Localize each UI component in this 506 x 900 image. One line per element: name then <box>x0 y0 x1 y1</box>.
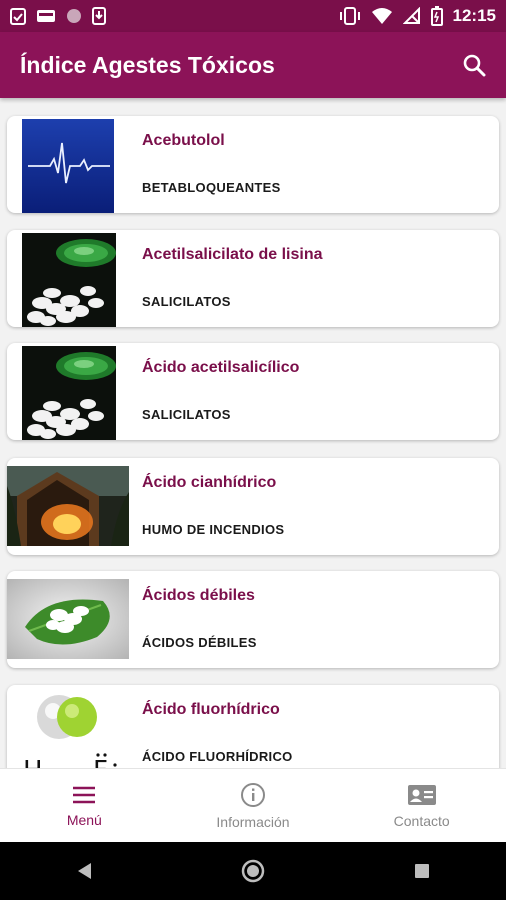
nav-contact-label: Contacto <box>393 813 450 829</box>
list-item[interactable]: Acetilsalicilato de lisina SALICILATOS <box>7 230 499 327</box>
recents-button[interactable] <box>402 851 442 891</box>
nav-info-label: Información <box>216 814 290 830</box>
nav-info[interactable]: Información <box>169 769 338 843</box>
download-icon <box>92 7 106 25</box>
ecg-monitor-image <box>22 119 114 213</box>
nav-menu-label: Menú <box>66 812 102 828</box>
hf-molecule-image: H F <box>17 689 121 768</box>
circle-icon <box>67 9 81 23</box>
list-item[interactable]: Acebutolol BETABLOQUEANTES <box>7 116 499 213</box>
list-item[interactable]: Ácido cianhídrico HUMO DE INCENDIOS <box>7 458 499 555</box>
burning-house-image <box>7 466 129 546</box>
cloud-icon <box>37 10 55 22</box>
item-title: Ácido cianhídrico <box>142 474 277 491</box>
item-category: HUMO DE INCENDIOS <box>142 522 285 537</box>
info-icon <box>241 783 265 807</box>
item-title: Ácido fluorhídrico <box>142 701 280 718</box>
status-right-icons: 12:15 <box>339 6 496 26</box>
item-category: ÁCIDOS DÉBILES <box>142 635 257 650</box>
svg-text:H: H <box>23 756 43 768</box>
home-icon <box>241 859 265 883</box>
system-navigation-bar <box>0 842 506 900</box>
bottom-navigation: Menú Información Contacto <box>0 768 506 843</box>
app-title: Índice Agestes Tóxicos <box>20 51 275 78</box>
clipboard-check-icon <box>10 8 26 25</box>
pill-bottle-image <box>22 233 116 327</box>
item-category: SALICILATOS <box>142 407 231 422</box>
item-title: Acebutolol <box>142 132 225 149</box>
list-item[interactable]: Ácido acetilsalicílico SALICILATOS <box>7 343 499 440</box>
svg-text:F: F <box>93 756 108 768</box>
nav-contact[interactable]: Contacto <box>337 769 506 843</box>
contact-card-icon <box>407 785 436 805</box>
menu-icon <box>73 786 96 804</box>
back-button[interactable] <box>64 851 104 891</box>
list-item[interactable]: Ácidos débiles ÁCIDOS DÉBILES <box>7 571 499 668</box>
wifi-icon <box>371 8 392 24</box>
search-icon <box>463 54 486 77</box>
vibrate-icon <box>339 7 360 25</box>
pills-on-leaf-image <box>7 579 129 659</box>
item-category: BETABLOQUEANTES <box>142 180 281 195</box>
search-button[interactable] <box>460 51 488 79</box>
item-title: Ácidos débiles <box>142 587 255 604</box>
back-icon <box>78 863 92 879</box>
status-time: 12:15 <box>452 6 496 25</box>
recents-icon <box>414 864 429 878</box>
list-item[interactable]: H F Ácido fluorhídrico ÁCIDO FLUORHÍDRIC… <box>7 685 499 768</box>
agent-list[interactable]: Acebutolol BETABLOQUEANTES Acetilsalicil… <box>0 100 506 768</box>
item-category: SALICILATOS <box>142 294 231 309</box>
item-category: ÁCIDO FLUORHÍDRICO <box>142 749 293 764</box>
no-signal-icon <box>402 7 420 24</box>
item-title: Acetilsalicilato de lisina <box>142 246 323 263</box>
status-left-icons <box>10 7 106 25</box>
item-title: Ácido acetilsalicílico <box>142 359 300 376</box>
home-button[interactable] <box>233 851 273 891</box>
status-bar: 12:15 <box>0 0 506 32</box>
nav-menu[interactable]: Menú <box>0 769 169 843</box>
battery-icon <box>430 6 443 26</box>
pill-bottle-image <box>22 346 116 440</box>
app-bar: Índice Agestes Tóxicos <box>0 32 506 98</box>
